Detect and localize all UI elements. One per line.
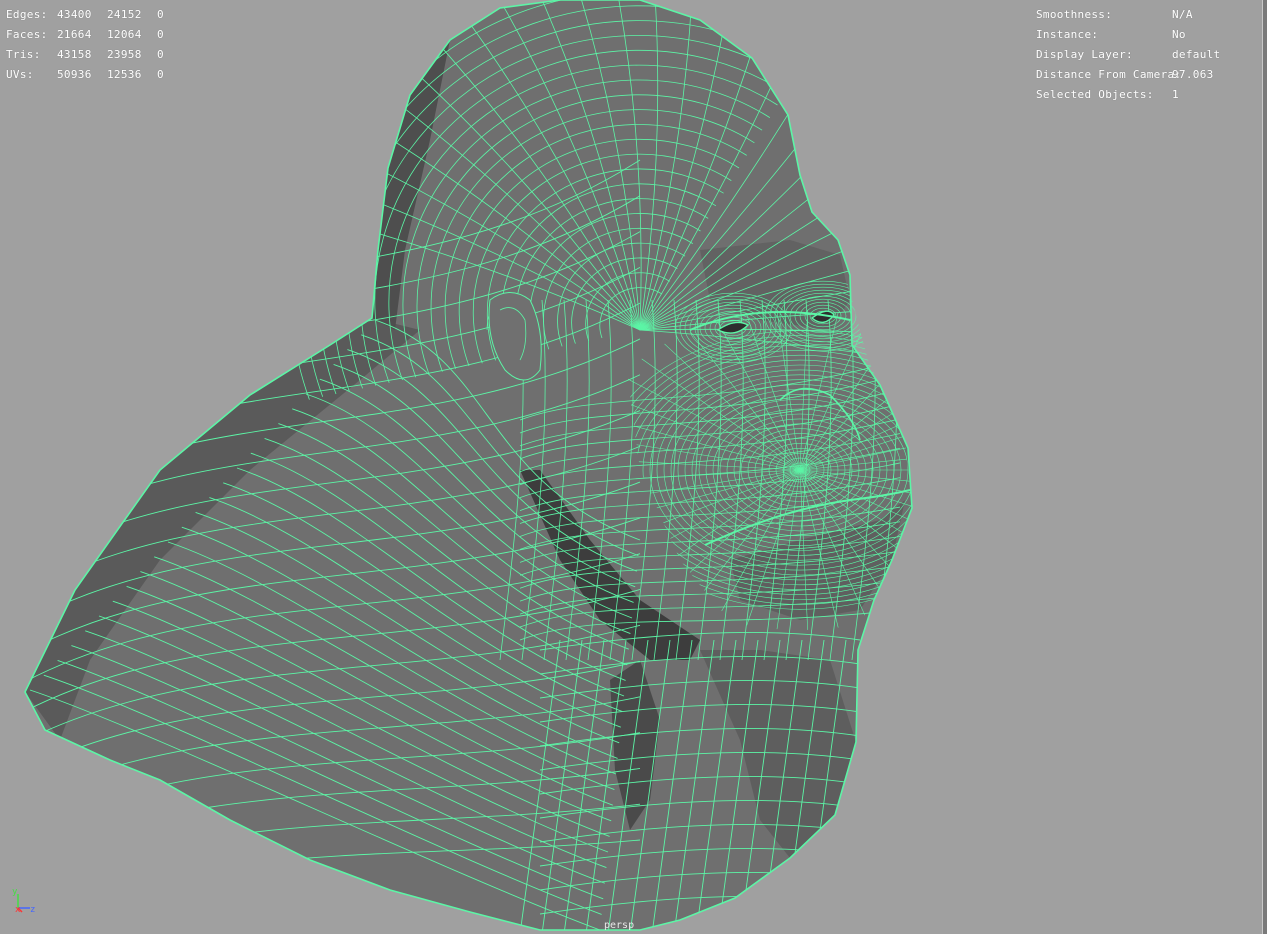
hud-value: No: [1172, 28, 1186, 41]
axis-y-label: y: [12, 887, 18, 897]
viewport-right-border: [1262, 0, 1267, 934]
wireframe-gorilla-head-model[interactable]: [0, 0, 1267, 934]
hud-value: 43158: [57, 48, 92, 61]
hud-label: Edges:: [6, 8, 48, 21]
hud-row-tris: Tris: 43158 23958 0: [6, 45, 186, 65]
hud-row-edges: Edges: 43400 24152 0: [6, 5, 186, 25]
hud-value: 12536: [107, 68, 142, 81]
hud-label: Faces:: [6, 28, 48, 41]
hud-row-smoothness: Smoothness: N/A: [1036, 5, 1262, 25]
hud-value: 1: [1172, 88, 1179, 101]
hud-value: 97.063: [1172, 68, 1214, 81]
hud-value: 23958: [107, 48, 142, 61]
hud-value: default: [1172, 48, 1221, 61]
hud-row-uvs: UVs: 50936 12536 0: [6, 65, 186, 85]
hud-row-distance-from-camera: Distance From Camera: 97.063: [1036, 65, 1262, 85]
hud-label: Distance From Camera:: [1036, 68, 1182, 81]
hud-value: 24152: [107, 8, 142, 21]
hud-label: Instance:: [1036, 28, 1099, 41]
hud-row-instance: Instance: No: [1036, 25, 1262, 45]
poly-count-hud: Edges: 43400 24152 0 Faces: 21664 12064 …: [6, 5, 186, 85]
object-details-hud: Smoothness: N/A Instance: No Display Lay…: [1036, 5, 1262, 105]
3d-viewport-persp[interactable]: Edges: 43400 24152 0 Faces: 21664 12064 …: [0, 0, 1267, 934]
hud-value: 50936: [57, 68, 92, 81]
hud-row-selected-objects: Selected Objects: 1: [1036, 85, 1262, 105]
axis-x-label: x: [15, 905, 21, 915]
hud-value: 0: [157, 48, 164, 61]
hud-value: 12064: [107, 28, 142, 41]
hud-value: 0: [157, 8, 164, 21]
hud-value: 43400: [57, 8, 92, 21]
hud-value: 0: [157, 68, 164, 81]
axis-z-label: z: [30, 905, 35, 915]
hud-label: Selected Objects:: [1036, 88, 1154, 101]
hud-value: N/A: [1172, 8, 1193, 21]
hud-label: Smoothness:: [1036, 8, 1113, 21]
hud-value: 21664: [57, 28, 92, 41]
hud-label: Display Layer:: [1036, 48, 1133, 61]
hud-row-display-layer: Display Layer: default: [1036, 45, 1262, 65]
hud-value: 0: [157, 28, 164, 41]
hud-row-faces: Faces: 21664 12064 0: [6, 25, 186, 45]
hud-label: UVs:: [6, 68, 34, 81]
camera-name-label: persp: [604, 920, 635, 931]
hud-label: Tris:: [6, 48, 41, 61]
axis-gizmo-icon: y x z: [12, 887, 35, 915]
